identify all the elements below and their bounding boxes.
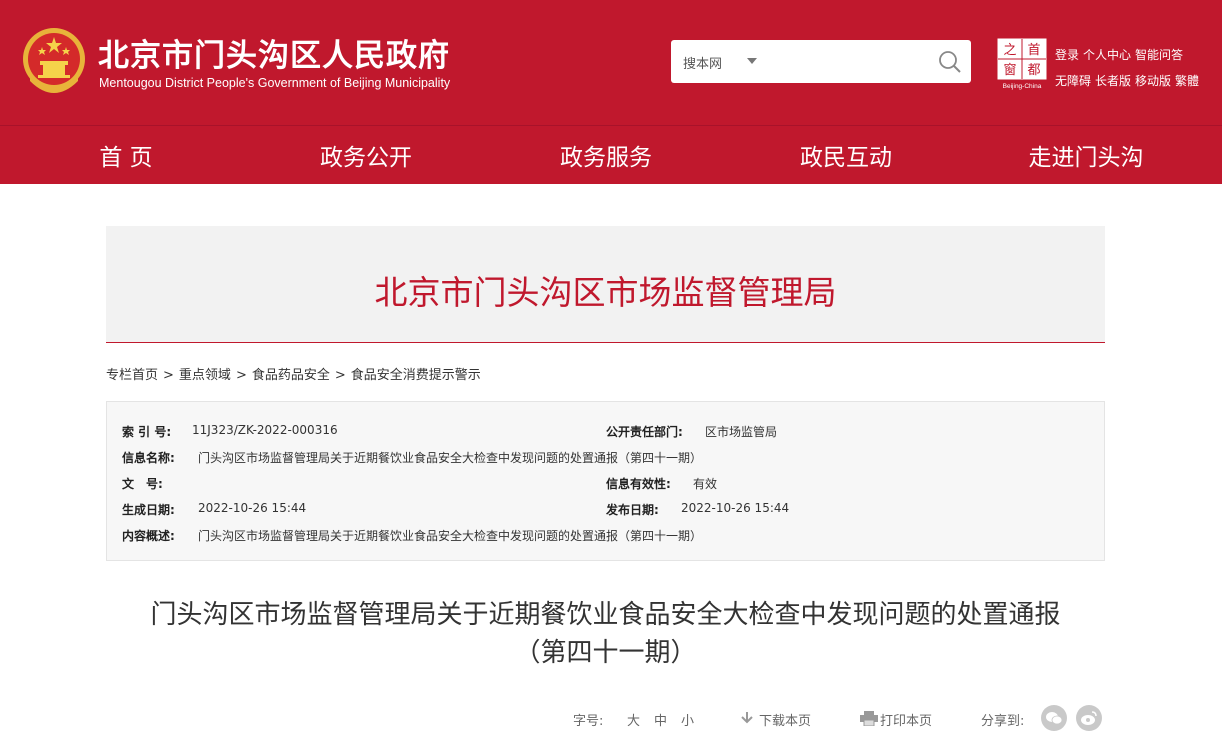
site-header: 北京市门头沟区人民政府 Mentougou District People's … [0, 0, 1222, 125]
traditional-chinese-link[interactable]: 繁體 [1175, 74, 1199, 88]
document-info-table: 索 引 号: 11J323/ZK-2022-000316 公开责任部门: 区市场… [106, 401, 1105, 561]
published-date-label: 发布日期: [606, 503, 659, 517]
created-date-value: 2022-10-26 15:44 [198, 501, 307, 515]
badge-caption: Beijing-China [1003, 83, 1042, 90]
print-icon[interactable] [860, 711, 878, 726]
smart-qa-link[interactable]: 智能问答 [1135, 48, 1183, 62]
article-title-line: 门头沟区市场监督管理局关于近期餐饮业食品安全大检查中发现问题的处置通报 [150, 600, 1061, 630]
nav-about-mentougou[interactable]: 走进门头沟 [986, 138, 1186, 172]
nav-government-affairs[interactable]: 政务公开 [266, 138, 466, 172]
main-nav: 首 页 政务公开 政务服务 政民互动 走进门头沟 [0, 125, 1222, 184]
font-medium-button[interactable]: 中 [654, 710, 667, 729]
breadcrumb-item[interactable]: 食品药品安全 [252, 368, 330, 383]
badge-char: 窗 [1003, 62, 1016, 78]
dept-value: 区市场监管局 [705, 425, 778, 439]
font-small-button[interactable]: 小 [681, 710, 694, 729]
created-date-label: 生成日期: [122, 503, 175, 517]
badge-char: 之 [1003, 43, 1016, 58]
login-link[interactable]: 登录 [1055, 48, 1079, 62]
article-title: 门头沟区市场监督管理局关于近期餐饮业食品安全大检查中发现问题的处置通报 （第四十… [106, 596, 1105, 672]
breadcrumb: 专栏首页 > 重点领域 > 食品药品安全 > 食品安全消费提示警示 [106, 364, 481, 383]
name-label: 信息名称: [122, 451, 175, 465]
published-date-value: 2022-10-26 15:44 [681, 501, 790, 515]
breadcrumb-item[interactable]: 专栏首页 [106, 368, 158, 383]
breadcrumb-separator: > [334, 368, 346, 383]
search-box: 搜本网 [671, 40, 971, 83]
national-emblem-icon[interactable] [20, 25, 88, 97]
index-value: 11J323/ZK-2022-000316 [192, 423, 338, 437]
badge-char: 都 [1027, 63, 1040, 78]
download-button[interactable]: 下载本页 [759, 710, 811, 729]
mobile-version-link[interactable]: 移动版 [1135, 74, 1171, 88]
search-scope-select[interactable]: 搜本网 [683, 53, 722, 72]
validity-value: 有效 [693, 477, 718, 491]
validity-label: 信息有效性: [606, 477, 671, 491]
search-input[interactable] [767, 48, 927, 74]
download-icon[interactable] [740, 711, 754, 725]
nav-interaction[interactable]: 政民互动 [746, 138, 946, 172]
doc-number-label: 文 号: [122, 477, 163, 491]
banner-title: 北京市门头沟区市场监督管理局 [374, 273, 837, 312]
accessibility-link[interactable]: 无障碍 [1055, 74, 1091, 88]
font-large-button[interactable]: 大 [627, 710, 640, 729]
search-icon[interactable] [937, 49, 963, 75]
top-links: 登录 个人中心 智能问答 无障碍 长者版 移动版 繁體 [1055, 42, 1203, 94]
print-button[interactable]: 打印本页 [880, 710, 932, 729]
breadcrumb-separator: > [163, 368, 174, 383]
elder-version-link[interactable]: 长者版 [1095, 74, 1131, 88]
site-subtitle: Mentougou District People's Government o… [99, 76, 451, 90]
summary-value: 门头沟区市场监督管理局关于近期餐饮业食品安全大检查中发现问题的处置通报（第四十一… [198, 529, 703, 543]
site-title[interactable]: 北京市门头沟区人民政府 [98, 30, 450, 75]
column-banner: 北京市门头沟区市场监督管理局 [106, 226, 1105, 343]
dept-label: 公开责任部门: [606, 425, 683, 439]
weibo-icon[interactable] [1076, 705, 1102, 731]
user-center-link[interactable]: 个人中心 [1083, 48, 1131, 62]
summary-label: 内容概述: [122, 529, 175, 543]
article-title-line: （第四十一期） [514, 638, 697, 668]
nav-government-services[interactable]: 政务服务 [506, 138, 706, 172]
wechat-icon[interactable] [1041, 705, 1067, 731]
share-label: 分享到: [981, 714, 1025, 729]
chevron-down-icon[interactable] [747, 58, 757, 64]
nav-home[interactable]: 首 页 [26, 138, 226, 172]
font-size-label: 字号: [573, 714, 604, 729]
capital-window-logo[interactable]: 之 首 窗 都 Beijing-China [997, 38, 1047, 90]
breadcrumb-item[interactable]: 重点领域 [179, 368, 231, 383]
badge-char: 首 [1027, 43, 1040, 58]
breadcrumb-item[interactable]: 食品安全消费提示警示 [351, 368, 481, 383]
name-value: 门头沟区市场监督管理局关于近期餐饮业食品安全大检查中发现问题的处置通报（第四十一… [198, 451, 703, 465]
breadcrumb-separator: > [235, 368, 247, 383]
index-label: 索 引 号: [122, 425, 172, 439]
